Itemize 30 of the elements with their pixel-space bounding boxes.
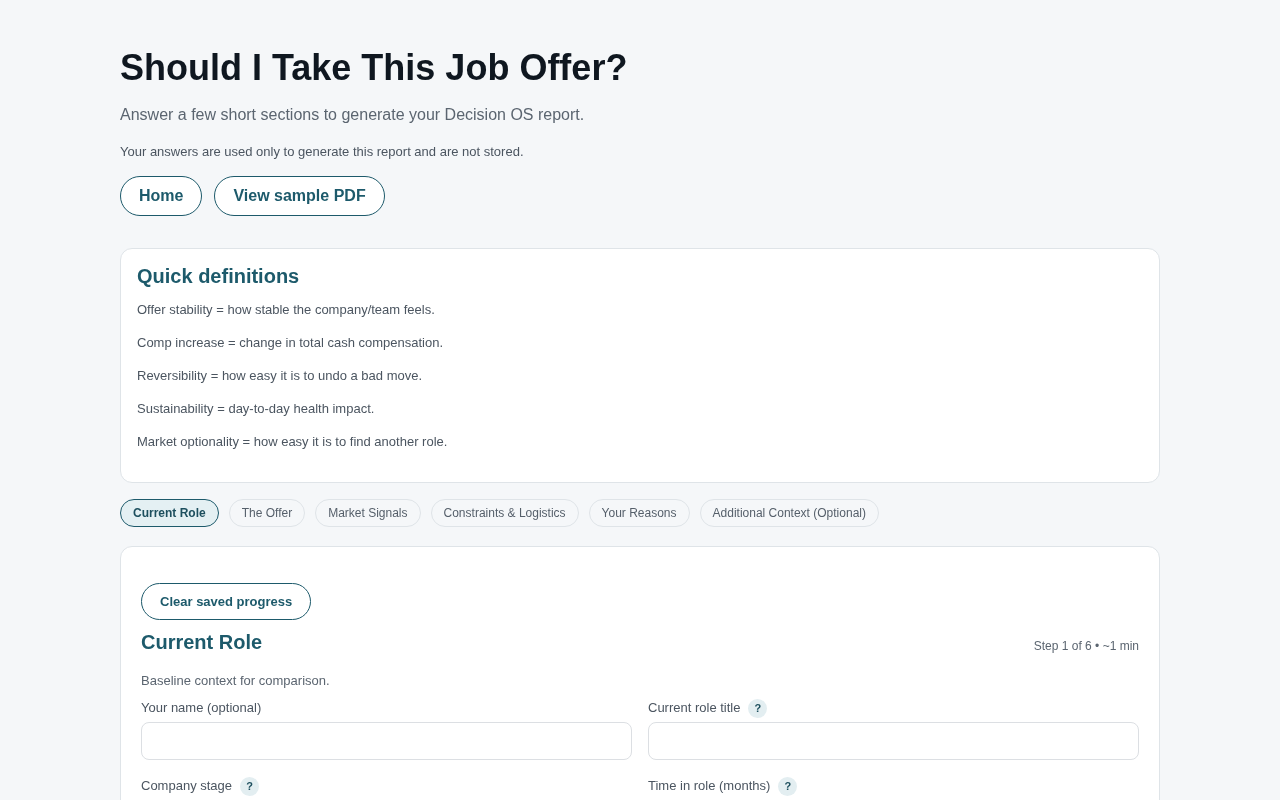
help-icon[interactable]: ? <box>748 698 768 718</box>
definition-text: Comp increase = change in total cash compensation. <box>137 334 444 352</box>
definition-text: Sustainability = day-to-day health impact. <box>137 400 375 418</box>
field-label: Time in role (months) <box>648 777 771 795</box>
definitions-title: Quick definitions <box>137 264 300 289</box>
definition-text: Offer stability = how stable the company/team feels. <box>137 301 435 319</box>
section-tab[interactable]: The Offer <box>228 499 306 527</box>
step-info: Step 1 of 6 • ~1 min <box>1033 638 1139 654</box>
section-tab[interactable]: Current Role <box>120 499 219 527</box>
page-title: Should I Take This Job Offer? <box>120 46 628 90</box>
section-description: Baseline context for comparison. <box>141 672 330 690</box>
section-tab[interactable]: Market Signals <box>315 499 421 527</box>
section-tab[interactable]: Your Reasons <box>588 499 690 527</box>
help-icon[interactable]: ? <box>778 776 798 796</box>
field-label: Your name (optional) <box>141 699 262 717</box>
section-tab[interactable]: Constraints & Logistics <box>430 499 579 527</box>
privacy-note: Your answers are used only to generate this report and are not stored. <box>120 144 524 160</box>
section-tab[interactable]: Additional Context (Optional) <box>699 499 879 527</box>
text-input[interactable] <box>141 722 632 760</box>
section-title: Current Role <box>141 630 263 655</box>
field-label: Company stage <box>141 777 233 795</box>
definition-text: Reversibility = how easy it is to undo a bad move. <box>137 367 423 385</box>
nav-button[interactable]: View sample PDF <box>214 176 385 216</box>
definition-text: Market optionality = how easy it is to find another role. <box>137 433 448 451</box>
clear-progress-button[interactable]: Clear saved progress <box>141 583 312 620</box>
page-subtitle: Answer a few short sections to generate your Decision OS report. <box>120 105 585 125</box>
text-input[interactable] <box>648 722 1139 760</box>
help-icon[interactable]: ? <box>240 776 260 796</box>
field-label: Current role title <box>648 699 741 717</box>
nav-button[interactable]: Home <box>120 176 203 216</box>
